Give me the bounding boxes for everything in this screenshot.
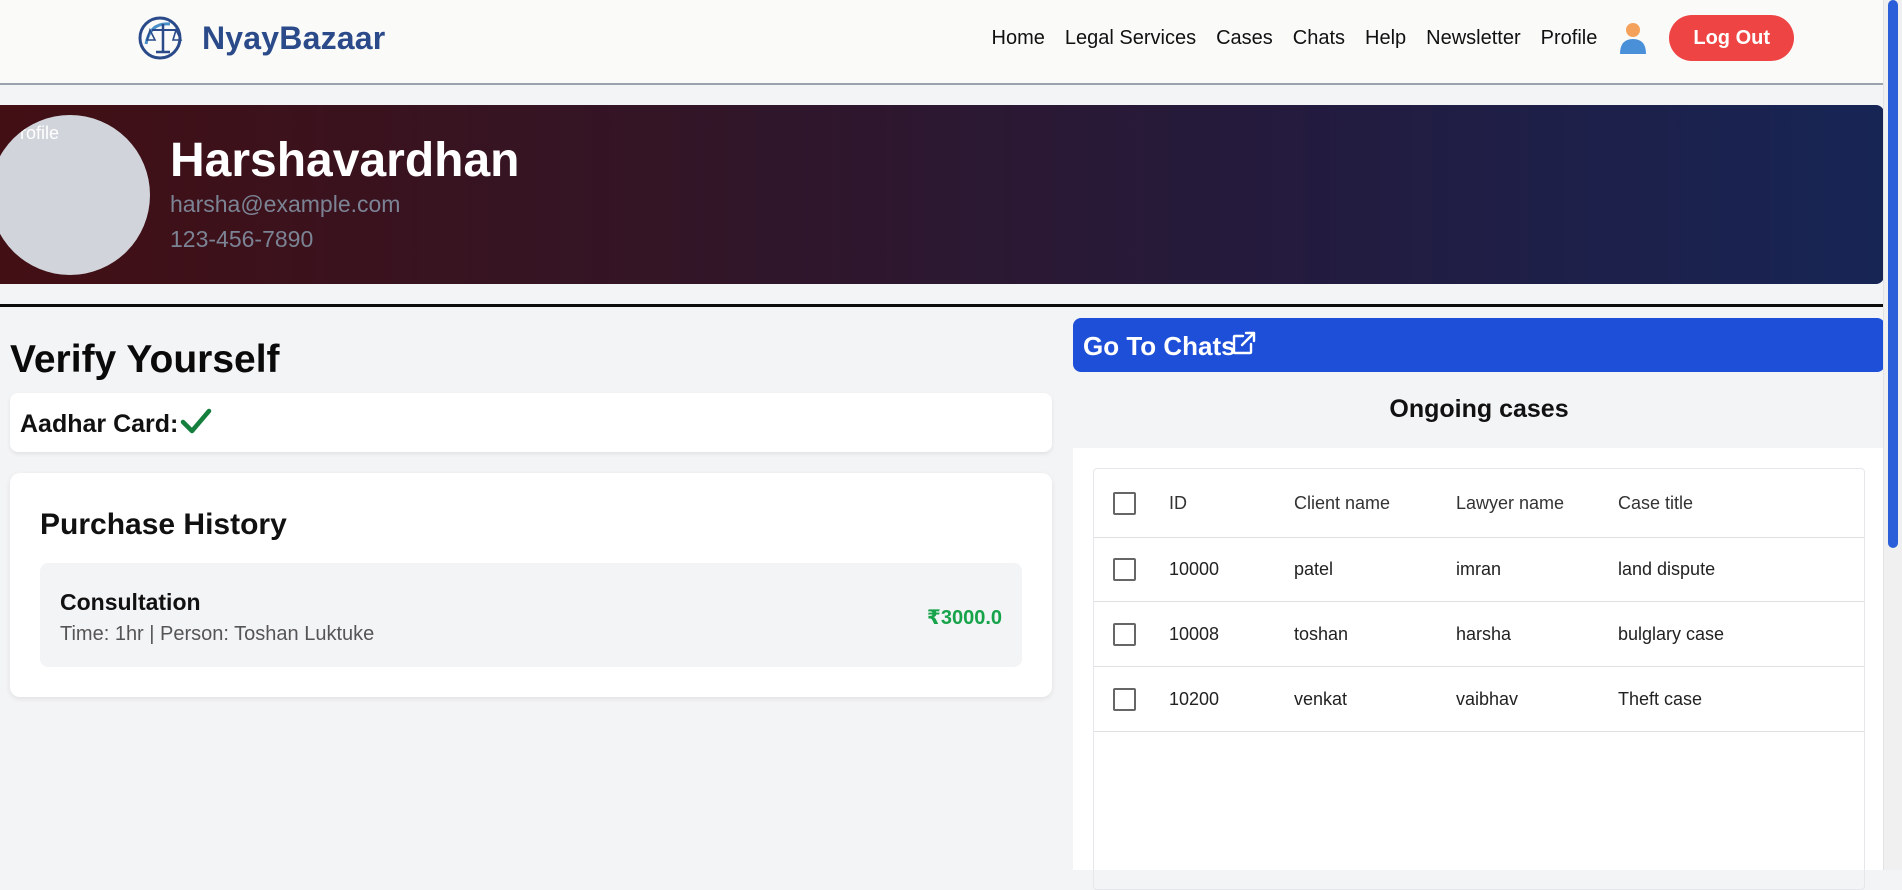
cell-client-name: patel (1294, 559, 1334, 579)
section-divider (0, 304, 1884, 307)
brand[interactable]: NyayBazaar (136, 14, 385, 62)
column-header-client-name[interactable]: Client name (1294, 493, 1390, 514)
cases-table: ID Client name Lawyer name Case title 10… (1093, 468, 1865, 890)
profile-phone: 123-456-7890 (170, 226, 314, 252)
nav-link-newsletter[interactable]: Newsletter (1426, 27, 1520, 50)
aadhar-card: Aadhar Card: (10, 393, 1052, 452)
go-to-chats-button[interactable]: Go To Chats (1073, 318, 1885, 372)
purchase-item-price: ₹3000.0 (926, 607, 1002, 629)
column-header-id[interactable]: ID (1169, 493, 1187, 514)
table-row[interactable]: 10000 patel imran land dispute (1094, 537, 1864, 602)
go-to-chats-label: Go To Chats (1083, 331, 1236, 361)
profile-avatar: rofile (0, 115, 150, 275)
logout-button[interactable]: Log Out (1669, 15, 1794, 61)
external-link-icon (1232, 331, 1256, 355)
table-row[interactable]: 10008 toshan harsha bulglary case (1094, 602, 1864, 667)
cell-lawyer-name: harsha (1456, 624, 1512, 644)
nav-link-profile[interactable]: Profile (1541, 27, 1598, 50)
column-header-case-title[interactable]: Case title (1618, 493, 1693, 514)
nav-link-help[interactable]: Help (1365, 27, 1406, 50)
nav-link-legal-services[interactable]: Legal Services (1065, 27, 1196, 50)
purchase-item-title: Consultation (60, 589, 201, 615)
table-row[interactable]: 10200 venkat vaibhav Theft case (1094, 667, 1864, 732)
nav-link-cases[interactable]: Cases (1216, 27, 1273, 50)
row-checkbox[interactable] (1113, 688, 1136, 711)
row-checkbox[interactable] (1113, 558, 1136, 581)
cell-case-title: land dispute (1618, 559, 1716, 579)
cell-case-title: Theft case (1618, 689, 1703, 709)
nav-links: Home Legal Services Cases Chats Help New… (992, 14, 1794, 62)
aadhar-label: Aadhar Card: (20, 410, 179, 438)
ongoing-cases-title: Ongoing cases (1389, 395, 1569, 423)
user-avatar-icon[interactable] (1619, 21, 1647, 55)
profile-banner: rofile Harshavardhan harsha@example.com … (0, 105, 1884, 284)
check-icon (180, 408, 212, 434)
scales-logo-icon (138, 16, 183, 60)
table-header-row: ID Client name Lawyer name Case title (1094, 469, 1864, 538)
scrollbar-thumb[interactable] (1888, 0, 1898, 548)
cell-client-name: venkat (1294, 689, 1348, 709)
purchase-history-card: Purchase History Consultation Time: 1hr … (10, 473, 1052, 697)
cell-id: 10000 (1169, 559, 1220, 579)
purchase-history-title: Purchase History (40, 508, 287, 541)
column-header-lawyer-name[interactable]: Lawyer name (1456, 493, 1564, 514)
profile-email: harsha@example.com (170, 191, 401, 217)
cell-client-name: toshan (1294, 624, 1349, 644)
page-scrollbar[interactable] (1883, 0, 1902, 870)
cases-panel: ID Client name Lawyer name Case title 10… (1073, 448, 1885, 890)
nav-link-home[interactable]: Home (992, 27, 1045, 50)
navbar: NyayBazaar Home Legal Services Cases Cha… (0, 0, 1884, 85)
purchase-item: Consultation Time: 1hr | Person: Toshan … (40, 563, 1022, 667)
cell-id: 10008 (1169, 624, 1220, 644)
verify-title: Verify Yourself (10, 338, 280, 381)
avatar-alt-text: rofile (20, 123, 60, 143)
brand-name[interactable]: NyayBazaar (202, 20, 385, 57)
cell-id: 10200 (1169, 689, 1220, 709)
profile-name: Harshavardhan (170, 134, 520, 187)
nav-link-chats[interactable]: Chats (1293, 27, 1345, 50)
cell-lawyer-name: vaibhav (1456, 689, 1519, 709)
purchase-item-meta: Time: 1hr | Person: Toshan Luktuke (60, 623, 375, 645)
select-all-checkbox[interactable] (1113, 492, 1136, 515)
row-checkbox[interactable] (1113, 623, 1136, 646)
cell-case-title: bulglary case (1618, 624, 1725, 644)
cell-lawyer-name: imran (1456, 559, 1502, 579)
